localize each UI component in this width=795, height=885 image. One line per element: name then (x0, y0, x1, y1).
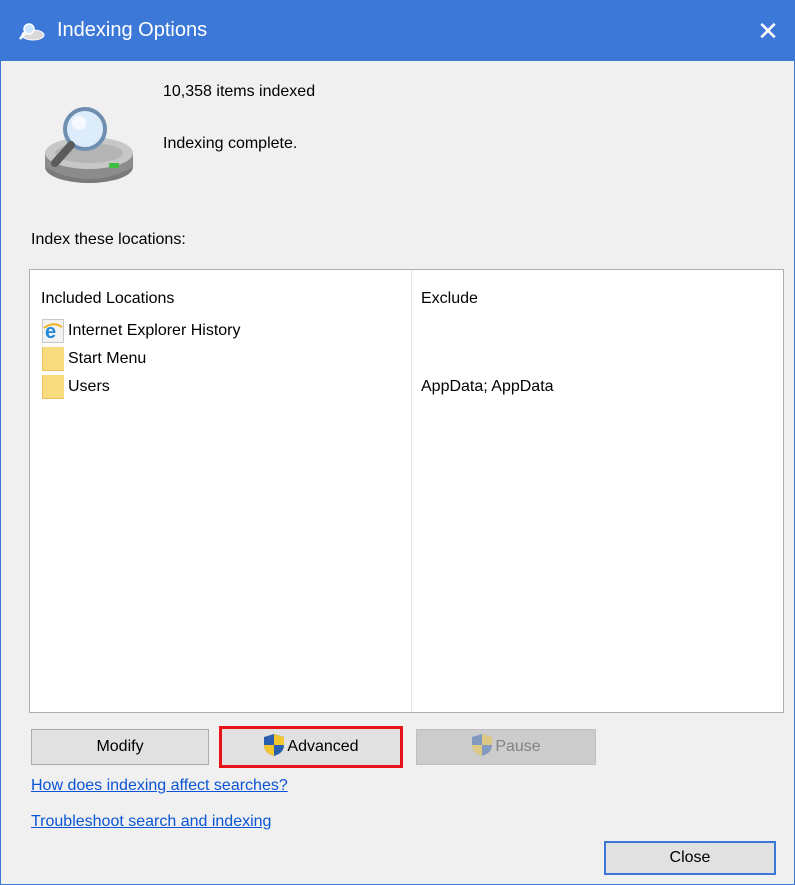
folder-icon (42, 375, 64, 399)
modify-button[interactable]: Modify (31, 729, 209, 765)
advanced-button[interactable]: Advanced (219, 726, 403, 768)
locations-list[interactable]: Included Locations Exclude e Internet Ex… (29, 269, 784, 713)
locations-label: Index these locations: (31, 231, 186, 248)
location-exclude: AppData; AppData (421, 378, 554, 395)
close-icon[interactable]: ✕ (748, 11, 788, 51)
indexing-options-dialog: Indexing Options ✕ 10,358 items indexed … (0, 0, 795, 885)
location-name: Internet Explorer History (68, 322, 241, 339)
title-bar[interactable]: Indexing Options ✕ (1, 1, 794, 61)
internet-explorer-icon: e (42, 319, 64, 343)
troubleshoot-link[interactable]: Troubleshoot search and indexing (31, 813, 271, 831)
uac-shield-icon (264, 733, 285, 756)
close-button[interactable]: Close (604, 841, 776, 875)
column-header-included[interactable]: Included Locations (41, 290, 174, 308)
items-indexed-count: 10,358 items indexed (163, 83, 316, 100)
uac-shield-icon (472, 733, 493, 756)
window-title: Indexing Options (57, 19, 208, 41)
list-item[interactable]: Start Menu (30, 346, 783, 372)
how-indexing-affects-searches-link[interactable]: How does indexing affect searches? (31, 777, 288, 795)
location-name: Users (68, 378, 110, 395)
column-header-exclude[interactable]: Exclude (421, 290, 478, 308)
list-item[interactable]: e Internet Explorer History (30, 318, 783, 344)
pause-button-label: Pause (495, 738, 541, 755)
advanced-button-label: Advanced (287, 738, 359, 755)
pause-button[interactable]: Pause (416, 729, 596, 765)
hard-drive-search-icon (45, 107, 133, 183)
location-name: Start Menu (68, 350, 147, 367)
folder-icon (42, 347, 64, 371)
indexing-icon (19, 23, 45, 41)
indexing-status: Indexing complete. (163, 135, 298, 152)
list-item[interactable]: Users AppData; AppData (30, 374, 783, 400)
